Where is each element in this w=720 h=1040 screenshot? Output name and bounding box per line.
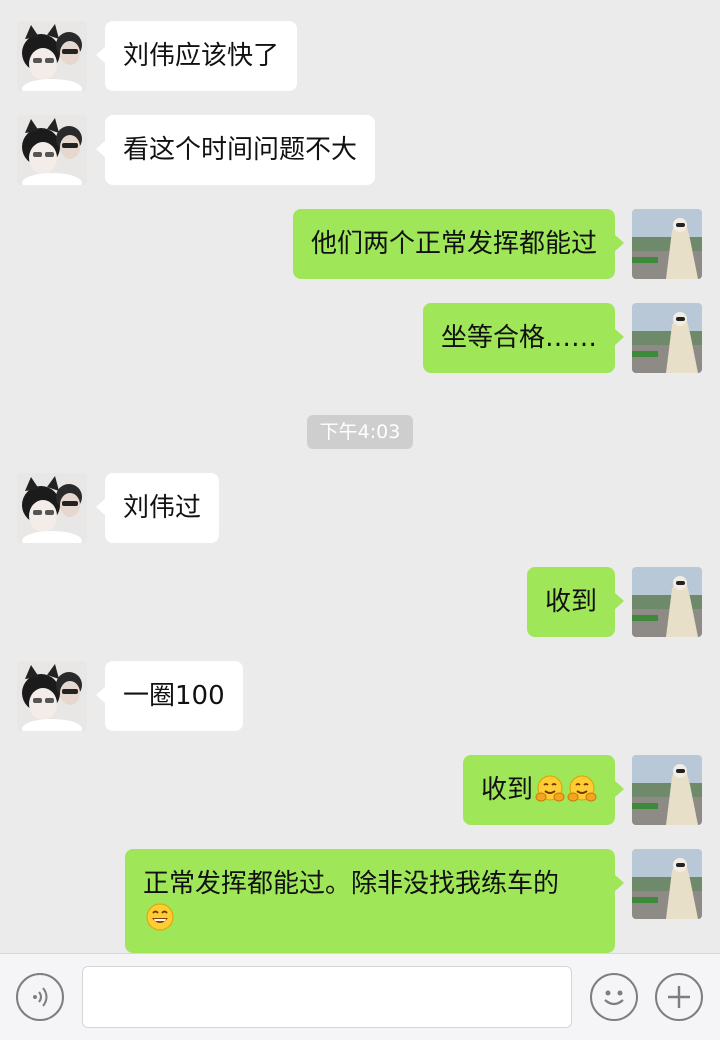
voice-button[interactable] — [16, 973, 64, 1021]
contact-avatar[interactable] — [17, 661, 87, 731]
hug-emoji-icon — [535, 774, 565, 804]
input-bar — [0, 953, 720, 1040]
self-avatar[interactable] — [632, 567, 702, 637]
timestamp-label: 下午4:03 — [307, 415, 413, 449]
message-bubble-outgoing[interactable]: 他们两个正常发挥都能过 — [292, 209, 625, 279]
message-text: 收到 — [480, 775, 533, 805]
message-text: 刘伟应该快了 — [123, 41, 280, 71]
message-input[interactable] — [82, 966, 572, 1028]
add-button[interactable] — [655, 973, 703, 1021]
hug-emoji-icon — [567, 774, 597, 804]
message-text: 坐等合格…… — [440, 323, 597, 353]
message-bubble-incoming[interactable]: 刘伟过 — [95, 473, 220, 543]
message-bubble-outgoing[interactable]: 收到 — [526, 567, 625, 637]
message-text: 正常发挥都能过。除非没找我练车的 — [143, 869, 560, 899]
message-bubble-incoming[interactable]: 刘伟应该快了 — [95, 21, 298, 91]
voice-icon — [33, 987, 48, 1007]
message-text: 看这个时间问题不大 — [123, 135, 358, 165]
plus-icon — [668, 986, 690, 1008]
message-bubble-outgoing[interactable]: 坐等合格…… — [422, 303, 625, 373]
emoji-icon — [604, 990, 624, 1006]
message-text: 他们两个正常发挥都能过 — [310, 229, 597, 259]
self-avatar[interactable] — [632, 849, 702, 919]
message-text: 刘伟过 — [123, 493, 202, 523]
message-bubble-outgoing[interactable]: 收到 — [462, 755, 625, 825]
contact-avatar[interactable] — [17, 115, 87, 185]
message-bubble-incoming[interactable]: 看这个时间问题不大 — [95, 115, 376, 185]
contact-avatar[interactable] — [17, 21, 87, 91]
message-text: 一圈100 — [123, 681, 225, 711]
message-bubble-outgoing[interactable]: 正常发挥都能过。除非没找我练车的 — [125, 849, 624, 953]
emoji-button[interactable] — [590, 973, 638, 1021]
grin-emoji-icon — [145, 902, 175, 932]
message-bubble-incoming[interactable]: 一圈100 — [96, 661, 243, 731]
self-avatar[interactable] — [632, 755, 702, 825]
self-avatar[interactable] — [632, 209, 702, 279]
self-avatar[interactable] — [632, 303, 702, 373]
chat-area[interactable]: 刘伟应该快了 看这个时间问题不大 他们两个正常发挥都能过 坐等合格…… 下午4:… — [0, 0, 720, 953]
contact-avatar[interactable] — [17, 473, 87, 543]
message-text: 收到 — [544, 587, 597, 617]
